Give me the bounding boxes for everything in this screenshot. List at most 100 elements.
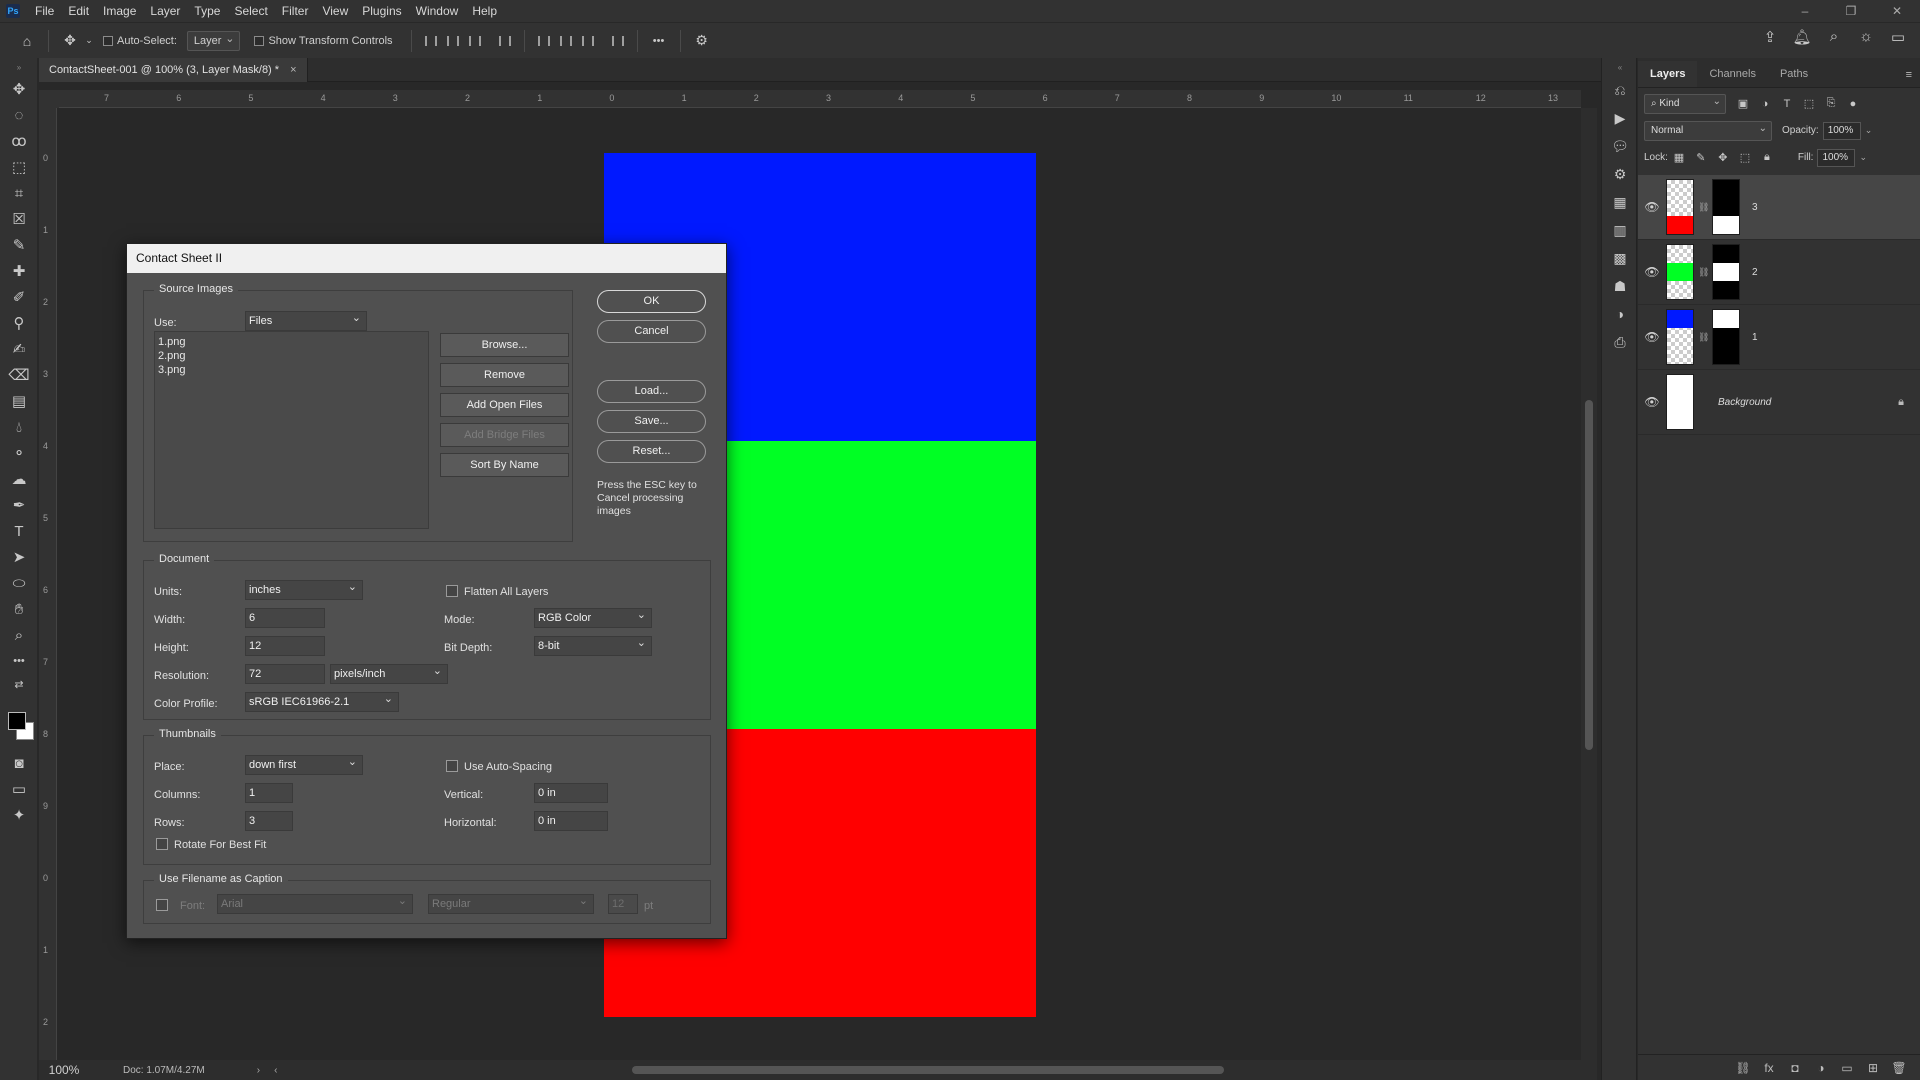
delete-layer-icon[interactable]: 🗑︎ bbox=[1886, 1061, 1912, 1075]
distribute-vertical-icon[interactable] bbox=[607, 33, 629, 49]
height-field[interactable]: 12 bbox=[245, 636, 325, 656]
gradients-panel-icon[interactable]: ▥ bbox=[1602, 216, 1638, 244]
browse-button[interactable]: Browse... bbox=[440, 333, 569, 357]
lock-transparent-icon[interactable]: ▦ bbox=[1668, 151, 1690, 164]
columns-field[interactable]: 1 bbox=[245, 783, 293, 803]
home-icon[interactable]: ⌂ bbox=[14, 33, 40, 49]
filter-smart-object-icon[interactable]: ⎘ bbox=[1820, 97, 1842, 110]
eye-icon[interactable]: 👁︎ bbox=[1638, 265, 1666, 279]
list-item[interactable]: 2.png bbox=[158, 349, 425, 363]
hand-tool-icon[interactable]: ✋︎ bbox=[0, 596, 38, 622]
new-group-icon[interactable]: ▭ bbox=[1834, 1061, 1860, 1075]
list-item[interactable]: 1.png bbox=[158, 335, 425, 349]
generative-icon[interactable]: ✦ bbox=[0, 802, 38, 828]
filter-kind-dropdown[interactable]: ⌕ Kind bbox=[1644, 93, 1726, 114]
collapse-arrows-icon[interactable]: » bbox=[0, 58, 38, 76]
tab-paths[interactable]: Paths bbox=[1768, 61, 1820, 87]
font-size-field[interactable]: 12 bbox=[608, 894, 638, 914]
align-center-icon[interactable] bbox=[442, 33, 464, 49]
crop-tool-icon[interactable]: ⌗ bbox=[0, 180, 38, 206]
zoom-tool-icon[interactable]: ⌕ bbox=[0, 622, 38, 648]
eraser-tool-icon[interactable]: ⌫ bbox=[0, 362, 38, 388]
layer-name[interactable]: 2 bbox=[1752, 267, 1758, 278]
gradient-tool-icon[interactable]: ▤ bbox=[0, 388, 38, 414]
menu-edit[interactable]: Edit bbox=[61, 0, 96, 22]
lock-position-icon[interactable]: ✥ bbox=[1712, 151, 1734, 164]
document-tab[interactable]: ContactSheet-001 @ 100% (3, Layer Mask/8… bbox=[39, 58, 308, 82]
properties-panel-icon[interactable]: ⎙ bbox=[1602, 328, 1638, 356]
scroll-left-icon[interactable]: ‹ bbox=[274, 1065, 277, 1076]
rotate-best-fit-checkbox[interactable] bbox=[156, 838, 168, 850]
vertical-scrollbar-thumb[interactable] bbox=[1585, 400, 1593, 750]
layer-row[interactable]: 👁︎ ⛓ 3 bbox=[1638, 175, 1920, 240]
filter-toggle-icon[interactable]: ● bbox=[1842, 98, 1864, 110]
show-transform-checkbox[interactable] bbox=[254, 35, 265, 46]
menu-filter[interactable]: Filter bbox=[275, 0, 316, 22]
units-dropdown[interactable]: inches bbox=[245, 578, 363, 600]
adjustments-panel-icon[interactable]: ◑ bbox=[1602, 300, 1638, 328]
menu-window[interactable]: Window bbox=[409, 0, 466, 22]
chain-link-icon[interactable]: ⛓ bbox=[1698, 267, 1709, 278]
menu-image[interactable]: Image bbox=[96, 0, 143, 22]
eyedropper-tool-icon[interactable]: ✎ bbox=[0, 232, 38, 258]
healing-brush-tool-icon[interactable]: ✚ bbox=[0, 258, 38, 284]
auto-select-target-dropdown[interactable]: Layer bbox=[186, 30, 241, 51]
move-tool-icon[interactable]: ✥ bbox=[0, 76, 38, 102]
layer-row[interactable]: 👁︎ Background 🔒︎ bbox=[1638, 370, 1920, 435]
path-selection-tool-icon[interactable]: ➤ bbox=[0, 544, 38, 570]
horizontal-field[interactable]: 0 in bbox=[534, 811, 608, 831]
bit-depth-dropdown[interactable]: 8-bit bbox=[534, 634, 652, 656]
lock-icon[interactable]: 🔒︎ bbox=[1898, 396, 1904, 409]
menu-type[interactable]: Type bbox=[187, 0, 227, 22]
close-tab-icon[interactable]: × bbox=[290, 64, 296, 76]
layer-name[interactable]: Background bbox=[1718, 397, 1771, 408]
add-bridge-files-button[interactable]: Add Bridge Files bbox=[440, 423, 569, 447]
lock-artboard-icon[interactable]: ⬚ bbox=[1734, 151, 1756, 164]
lasso-tool-icon[interactable]: ꝏ bbox=[0, 128, 38, 154]
gear-icon[interactable]: ⚙ bbox=[689, 32, 715, 49]
eye-icon[interactable]: 👁︎ bbox=[1638, 395, 1666, 409]
list-item[interactable]: 3.png bbox=[158, 363, 425, 377]
filter-pixel-icon[interactable]: ▣ bbox=[1732, 97, 1754, 110]
save-button[interactable]: Save... bbox=[597, 410, 706, 433]
add-open-files-button[interactable]: Add Open Files bbox=[440, 393, 569, 417]
color-profile-dropdown[interactable]: sRGB IEC61966-2.1 bbox=[245, 690, 399, 712]
mode-dropdown[interactable]: RGB Color bbox=[534, 606, 652, 628]
align-bottom-icon[interactable] bbox=[577, 33, 599, 49]
horizontal-scrollbar-thumb[interactable] bbox=[632, 1066, 1224, 1074]
show-transform-option[interactable]: Show Transform Controls bbox=[254, 35, 393, 47]
adjustment-layer-icon[interactable]: ◑ bbox=[1808, 1061, 1834, 1075]
flatten-layers-label[interactable]: Flatten All Layers bbox=[464, 586, 548, 598]
collapse-arrows-icon[interactable]: « bbox=[1602, 58, 1638, 76]
menu-help[interactable]: Help bbox=[465, 0, 504, 22]
link-layers-icon[interactable]: ⛓ bbox=[1730, 1061, 1756, 1075]
filter-shape-icon[interactable]: ⬚ bbox=[1798, 97, 1820, 110]
align-left-icon[interactable] bbox=[420, 33, 442, 49]
workspace-icon[interactable]: ▭ bbox=[1882, 28, 1914, 46]
auto-select-checkbox[interactable] bbox=[103, 35, 113, 46]
use-caption-checkbox[interactable] bbox=[156, 899, 168, 911]
menu-select[interactable]: Select bbox=[227, 0, 274, 22]
flatten-layers-checkbox[interactable] bbox=[446, 585, 458, 597]
chevron-down-icon[interactable]: ⌄ bbox=[1859, 152, 1867, 163]
quick-mask-icon[interactable]: ◙ bbox=[0, 750, 38, 776]
brush-tool-icon[interactable]: ✐ bbox=[0, 284, 38, 310]
share-icon[interactable]: ⇪ bbox=[1754, 28, 1786, 46]
status-expand-icon[interactable]: › bbox=[257, 1065, 260, 1076]
smudge-tool-icon[interactable]: ☁ bbox=[0, 466, 38, 492]
document-info[interactable]: Doc: 1.07M/4.27M bbox=[123, 1065, 205, 1076]
vertical-field[interactable]: 0 in bbox=[534, 783, 608, 803]
blend-mode-dropdown[interactable]: Normal bbox=[1644, 120, 1772, 141]
history-panel-icon[interactable]: ⎌ bbox=[1602, 76, 1638, 104]
layer-mask-thumbnail[interactable] bbox=[1712, 309, 1740, 365]
tab-layers[interactable]: Layers bbox=[1638, 61, 1698, 87]
place-dropdown[interactable]: down first bbox=[245, 753, 363, 775]
layer-mask-thumbnail[interactable] bbox=[1712, 179, 1740, 235]
reset-button[interactable]: Reset... bbox=[597, 440, 706, 463]
eye-icon[interactable]: 👁︎ bbox=[1638, 200, 1666, 214]
menu-view[interactable]: View bbox=[315, 0, 355, 22]
edit-toolbar-icon[interactable]: ••• bbox=[0, 648, 38, 674]
chain-link-icon[interactable]: ⛓ bbox=[1698, 332, 1709, 343]
minimize-button[interactable]: – bbox=[1782, 0, 1828, 22]
zoom-level[interactable]: 100% bbox=[39, 1063, 89, 1077]
